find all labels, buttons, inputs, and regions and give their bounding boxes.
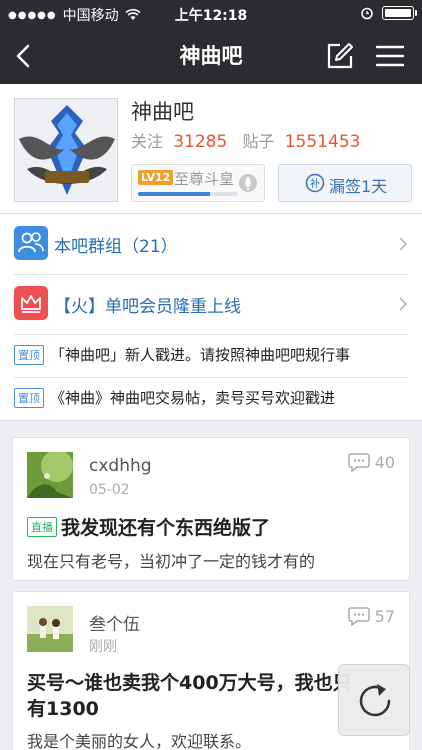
username[interactable]: cxdhhg (89, 456, 152, 476)
compose-icon (327, 43, 353, 69)
sign-in-button[interactable]: 补 漏签1天 (278, 164, 412, 202)
pinned-post-title: 「神曲吧」新人戳进。请按照神曲吧吧规行事 (50, 346, 351, 364)
posts-count: 1551453 (284, 132, 361, 152)
post-body: 我是个美丽的女人，欢迎联系。 (27, 732, 252, 750)
pinned-tag: 置顶 (14, 345, 44, 365)
level-progress-bar (138, 192, 238, 196)
membership-row[interactable]: 【火】单吧会员隆重上线 (0, 274, 422, 334)
follow-count: 31285 (173, 132, 228, 152)
nav-bar: 神曲吧 (0, 28, 422, 84)
group-row[interactable]: 本吧群组（21） (0, 214, 422, 274)
refresh-button[interactable] (338, 664, 410, 736)
reply-count-value: 40 (374, 452, 395, 472)
group-row-label: 本吧群组（21） (54, 237, 178, 257)
post-title-line: 买号～谁也卖我个400万大号，我也只 (27, 672, 352, 694)
pinned-post[interactable]: 置顶 《神曲》神曲吧交易帖，卖号买号欢迎戳进 (0, 377, 422, 420)
post-title-text: 我发现还有个东西绝版了 (61, 517, 271, 539)
reply-count-value: 57 (374, 606, 395, 626)
reply-count: 57 (347, 606, 395, 626)
reply-count: 40 (347, 452, 395, 472)
alarm-icon (361, 7, 373, 20)
clock: 上午12:18 (174, 8, 248, 24)
status-bar: ●●●●● 中国移动 上午12:18 (0, 0, 422, 28)
username[interactable]: 叁个伍 (89, 610, 140, 635)
member-level[interactable]: LV12 至尊斗皇 (131, 164, 265, 202)
sign-in-label: 漏签1天 (329, 177, 388, 196)
chevron-right-icon (399, 237, 408, 251)
shenqu-logo-image (15, 99, 117, 201)
post-title-line: 有1300 (27, 698, 99, 720)
couple-avatar-image (27, 606, 73, 652)
posts-label: 贴子 (242, 132, 275, 151)
comment-bubble-icon (347, 453, 370, 472)
post-date: 刚刚 (89, 639, 117, 655)
level-name: 至尊斗皇 (174, 170, 235, 188)
level-badge: LV12 (138, 170, 174, 185)
forum-logo (14, 98, 118, 202)
grass-avatar-image (27, 452, 73, 498)
menu-button[interactable] (372, 38, 408, 74)
avatar[interactable] (27, 452, 73, 498)
post-body: 现在只有老号，当初冲了一定的钱才有的 (27, 552, 316, 571)
compose-button[interactable] (322, 38, 358, 74)
follow-label: 关注 (131, 132, 164, 151)
make-up-sign-icon: 补 (305, 173, 325, 193)
level-progress-fill (138, 192, 210, 196)
make-up-sign-icon-char: 补 (310, 177, 320, 190)
rocket-icon (239, 174, 257, 192)
membership-row-label: 【火】单吧会员隆重上线 (54, 297, 241, 317)
refresh-icon (359, 684, 391, 717)
forum-name: 神曲吧 (131, 100, 194, 124)
post-date: 05-02 (89, 482, 130, 498)
forum-stats: 关注 31285 贴子 1551453 (131, 128, 360, 152)
pinned-post-title: 《神曲》神曲吧交易帖，卖号买号欢迎戳进 (50, 389, 336, 407)
post-title: 买号～谁也卖我个400万大号，我也只 有1300 (27, 670, 352, 722)
group-icon (14, 226, 48, 260)
page-title: 神曲吧 (179, 44, 243, 68)
chevron-right-icon (399, 297, 408, 311)
post-title: 直播 我发现还有个东西绝版了 (27, 513, 270, 540)
pinned-tag: 置顶 (14, 388, 44, 408)
comment-bubble-icon (347, 607, 370, 626)
forum-header: 神曲吧 关注 31285 贴子 1551453 LV12 至尊斗皇 补 漏签1天 (0, 84, 422, 214)
avatar[interactable] (27, 606, 73, 652)
battery-icon (382, 6, 417, 20)
pinned-post[interactable]: 置顶 「神曲吧」新人戳进。请按照神曲吧吧规行事 (0, 334, 422, 377)
crown-icon (14, 286, 48, 320)
live-tag: 直播 (27, 516, 57, 537)
forum-links: 本吧群组（21） 【火】单吧会员隆重上线 置顶 「神曲吧」新人戳进。请按照神曲吧… (0, 214, 422, 421)
hamburger-menu-icon (375, 45, 405, 67)
post-card[interactable]: cxdhhg 05-02 40 直播 我发现还有个东西绝版了 现在只有老号，当初… (12, 437, 410, 581)
